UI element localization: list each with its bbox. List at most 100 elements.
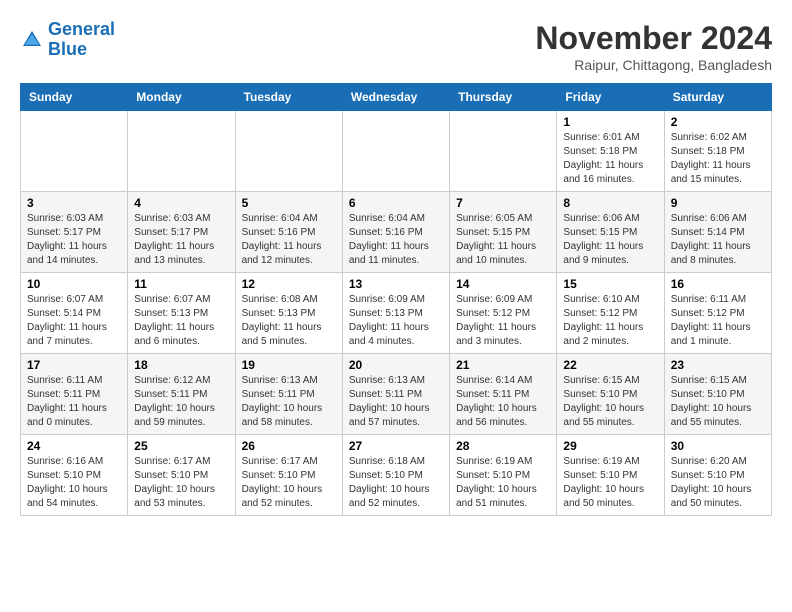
calendar-cell: 11 Sunrise: 6:07 AM Sunset: 5:13 PM Dayli… [128,273,235,354]
day-info: Sunrise: 6:18 AM Sunset: 5:10 PM Dayligh… [349,455,443,511]
calendar-header: SundayMondayTuesdayWednesdayThursdayFrid… [21,84,772,111]
day-number: 19 [242,358,336,372]
day-info: Sunrise: 6:06 AM Sunset: 5:15 PM Dayligh… [563,212,657,268]
calendar-cell: 28 Sunrise: 6:19 AM Sunset: 5:10 PM Dayli… [450,435,557,516]
day-number: 13 [349,277,443,291]
calendar-cell: 27Sunrise: 6:18 AM Sunset: 5:10 PM Dayli… [342,435,449,516]
weekday-header-sunday: Sunday [21,84,128,111]
day-number: 25 [134,439,228,453]
calendar-cell: 29 Sunrise: 6:19 AM Sunset: 5:10 PM Dayli… [557,435,664,516]
day-number: 8 [563,196,657,210]
calendar-cell: 17 Sunrise: 6:11 AM Sunset: 5:11 PM Dayli… [21,354,128,435]
day-info: Sunrise: 6:11 AM Sunset: 5:11 PM Dayligh… [27,374,121,430]
day-number: 17 [27,358,121,372]
calendar-cell: 19 Sunrise: 6:13 AM Sunset: 5:11 PM Dayli… [235,354,342,435]
calendar-week-row: 24 Sunrise: 6:16 AM Sunset: 5:10 PM Dayli… [21,435,772,516]
calendar-table: SundayMondayTuesdayWednesdayThursdayFrid… [20,83,772,516]
weekday-header-friday: Friday [557,84,664,111]
day-info: Sunrise: 6:09 AM Sunset: 5:12 PM Dayligh… [456,293,550,349]
weekday-header-row: SundayMondayTuesdayWednesdayThursdayFrid… [21,84,772,111]
day-info: Sunrise: 6:06 AM Sunset: 5:14 PM Dayligh… [671,212,765,268]
calendar-cell [342,111,449,192]
logo-line2: Blue [48,39,87,59]
calendar-week-row: 17 Sunrise: 6:11 AM Sunset: 5:11 PM Dayli… [21,354,772,435]
calendar-cell: 13 Sunrise: 6:09 AM Sunset: 5:13 PM Dayli… [342,273,449,354]
day-info: Sunrise: 6:07 AM Sunset: 5:13 PM Dayligh… [134,293,228,349]
calendar-cell: 23 Sunrise: 6:15 AM Sunset: 5:10 PM Dayli… [664,354,771,435]
day-info: Sunrise: 6:17 AM Sunset: 5:10 PM Dayligh… [242,455,336,511]
day-info: Sunrise: 6:19 AM Sunset: 5:10 PM Dayligh… [456,455,550,511]
calendar-cell: 26 Sunrise: 6:17 AM Sunset: 5:10 PM Dayli… [235,435,342,516]
page-header: General Blue November 2024 Raipur, Chitt… [20,20,772,73]
logo-line1: General [48,19,115,39]
calendar-week-row: 3 Sunrise: 6:03 AM Sunset: 5:17 PM Daylig… [21,192,772,273]
month-title: November 2024 [535,20,772,57]
day-number: 28 [456,439,550,453]
weekday-header-thursday: Thursday [450,84,557,111]
day-info: Sunrise: 6:14 AM Sunset: 5:11 PM Dayligh… [456,374,550,430]
day-number: 3 [27,196,121,210]
day-number: 29 [563,439,657,453]
day-info: Sunrise: 6:11 AM Sunset: 5:12 PM Dayligh… [671,293,765,349]
calendar-cell: 24 Sunrise: 6:16 AM Sunset: 5:10 PM Dayli… [21,435,128,516]
day-info: Sunrise: 6:13 AM Sunset: 5:11 PM Dayligh… [242,374,336,430]
calendar-cell [128,111,235,192]
calendar-cell: 18 Sunrise: 6:12 AM Sunset: 5:11 PM Dayli… [128,354,235,435]
day-number: 11 [134,277,228,291]
day-info: Sunrise: 6:09 AM Sunset: 5:13 PM Dayligh… [349,293,443,349]
weekday-header-saturday: Saturday [664,84,771,111]
day-number: 24 [27,439,121,453]
calendar-cell: 7Sunrise: 6:05 AM Sunset: 5:15 PM Daylig… [450,192,557,273]
calendar-cell: 20 Sunrise: 6:13 AM Sunset: 5:11 PM Dayli… [342,354,449,435]
day-info: Sunrise: 6:04 AM Sunset: 5:16 PM Dayligh… [349,212,443,268]
calendar-cell: 10Sunrise: 6:07 AM Sunset: 5:14 PM Dayli… [21,273,128,354]
day-number: 22 [563,358,657,372]
day-info: Sunrise: 6:15 AM Sunset: 5:10 PM Dayligh… [671,374,765,430]
day-info: Sunrise: 6:20 AM Sunset: 5:10 PM Dayligh… [671,455,765,511]
calendar-cell: 22 Sunrise: 6:15 AM Sunset: 5:10 PM Dayli… [557,354,664,435]
day-number: 12 [242,277,336,291]
day-number: 26 [242,439,336,453]
calendar-cell: 2Sunrise: 6:02 AM Sunset: 5:18 PM Daylig… [664,111,771,192]
day-info: Sunrise: 6:02 AM Sunset: 5:18 PM Dayligh… [671,131,765,187]
calendar-cell [450,111,557,192]
day-info: Sunrise: 6:15 AM Sunset: 5:10 PM Dayligh… [563,374,657,430]
calendar-cell: 1 Sunrise: 6:01 AM Sunset: 5:18 PM Daylig… [557,111,664,192]
logo: General Blue [20,20,115,60]
calendar-cell: 16 Sunrise: 6:11 AM Sunset: 5:12 PM Dayli… [664,273,771,354]
day-info: Sunrise: 6:01 AM Sunset: 5:18 PM Dayligh… [563,131,657,187]
day-number: 20 [349,358,443,372]
day-number: 1 [563,115,657,129]
day-info: Sunrise: 6:12 AM Sunset: 5:11 PM Dayligh… [134,374,228,430]
day-info: Sunrise: 6:03 AM Sunset: 5:17 PM Dayligh… [27,212,121,268]
calendar-cell: 3 Sunrise: 6:03 AM Sunset: 5:17 PM Daylig… [21,192,128,273]
calendar-cell [235,111,342,192]
day-info: Sunrise: 6:16 AM Sunset: 5:10 PM Dayligh… [27,455,121,511]
calendar-cell: 9 Sunrise: 6:06 AM Sunset: 5:14 PM Daylig… [664,192,771,273]
title-block: November 2024 Raipur, Chittagong, Bangla… [535,20,772,73]
day-number: 30 [671,439,765,453]
day-info: Sunrise: 6:10 AM Sunset: 5:12 PM Dayligh… [563,293,657,349]
day-info: Sunrise: 6:19 AM Sunset: 5:10 PM Dayligh… [563,455,657,511]
day-info: Sunrise: 6:13 AM Sunset: 5:11 PM Dayligh… [349,374,443,430]
day-number: 14 [456,277,550,291]
day-number: 9 [671,196,765,210]
day-number: 16 [671,277,765,291]
day-number: 21 [456,358,550,372]
calendar-cell: 21 Sunrise: 6:14 AM Sunset: 5:11 PM Dayli… [450,354,557,435]
logo-text: General Blue [48,20,115,60]
calendar-body: 1 Sunrise: 6:01 AM Sunset: 5:18 PM Daylig… [21,111,772,516]
day-number: 18 [134,358,228,372]
weekday-header-tuesday: Tuesday [235,84,342,111]
calendar-cell: 14 Sunrise: 6:09 AM Sunset: 5:12 PM Dayli… [450,273,557,354]
day-number: 23 [671,358,765,372]
calendar-cell: 30 Sunrise: 6:20 AM Sunset: 5:10 PM Dayli… [664,435,771,516]
day-number: 4 [134,196,228,210]
calendar-cell: 25Sunrise: 6:17 AM Sunset: 5:10 PM Dayli… [128,435,235,516]
calendar-week-row: 10Sunrise: 6:07 AM Sunset: 5:14 PM Dayli… [21,273,772,354]
weekday-header-wednesday: Wednesday [342,84,449,111]
day-number: 15 [563,277,657,291]
calendar-week-row: 1 Sunrise: 6:01 AM Sunset: 5:18 PM Daylig… [21,111,772,192]
weekday-header-monday: Monday [128,84,235,111]
day-info: Sunrise: 6:07 AM Sunset: 5:14 PM Dayligh… [27,293,121,349]
